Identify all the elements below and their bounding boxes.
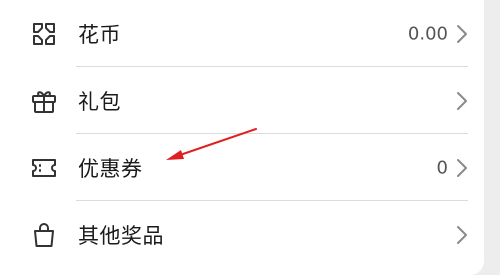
menu-item-label: 优惠券 (78, 156, 143, 181)
chevron-right-icon (456, 24, 468, 44)
coupon-count: 0 (436, 157, 448, 178)
coupon-ticket-icon (30, 154, 58, 182)
menu-item-gift-pack[interactable]: 礼包 (0, 67, 484, 134)
gift-icon (30, 87, 58, 115)
menu-item-label: 其他奖品 (78, 223, 164, 248)
chevron-right-icon (456, 225, 468, 245)
menu-item-flower-coin[interactable]: 花币 0.00 (0, 0, 484, 67)
flower-coin-icon (30, 20, 58, 48)
menu-card: 花币 0.00 礼包 优惠券 0 其他奖品 (0, 0, 484, 275)
menu-item-coupons[interactable]: 优惠券 0 (0, 134, 484, 201)
menu-item-other-prizes[interactable]: 其他奖品 (0, 201, 484, 268)
menu-item-label: 花币 (78, 22, 121, 47)
menu-item-label: 礼包 (78, 89, 121, 114)
chevron-right-icon (456, 91, 468, 111)
flower-coin-balance: 0.00 (407, 23, 448, 44)
shopping-bag-icon (30, 221, 58, 249)
chevron-right-icon (456, 158, 468, 178)
